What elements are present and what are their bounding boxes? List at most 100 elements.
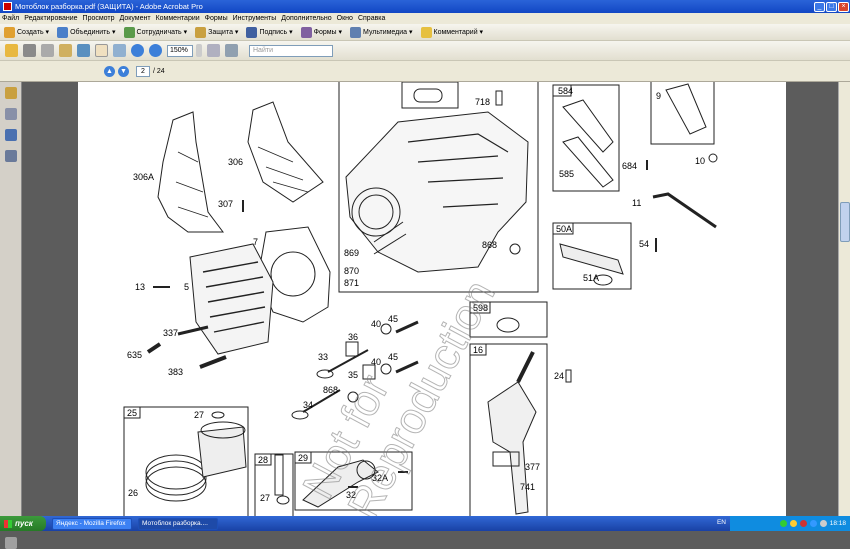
label-868-crankcase: 868 <box>482 240 497 250</box>
zoom-out-icon[interactable] <box>131 44 144 57</box>
menu-document[interactable]: Документ <box>120 15 151 22</box>
label-871: 871 <box>344 278 359 288</box>
minimize-button[interactable]: _ <box>814 1 825 12</box>
taskbar-acrobat[interactable]: Мотоблок разборка.... <box>138 517 218 530</box>
label-718: 718 <box>475 97 490 107</box>
part-50A <box>559 243 624 275</box>
label-337: 337 <box>163 328 178 338</box>
menu-tools[interactable]: Инструменты <box>233 15 277 22</box>
fit-width-icon[interactable] <box>225 44 238 57</box>
label-870: 870 <box>344 266 359 276</box>
scrollbar-thumb[interactable] <box>840 202 850 242</box>
part-10 <box>708 153 718 163</box>
label-27-pin: 27 <box>260 493 270 503</box>
previous-page-button[interactable]: ▲ <box>104 65 115 77</box>
gasket-584 <box>562 99 614 153</box>
menu-forms[interactable]: Формы <box>205 15 228 22</box>
label-741: 741 <box>520 482 535 492</box>
taskbar: пуск Яндекс - Mozilla Firefox Мотоблок р… <box>0 516 850 531</box>
pen-icon <box>246 26 258 38</box>
menu-window[interactable]: Окно <box>337 15 353 22</box>
lock-icon[interactable] <box>5 87 17 99</box>
next-page-button[interactable]: ▼ <box>118 65 129 77</box>
box-label-25: 25 <box>127 408 137 418</box>
shroud-306A <box>157 111 224 233</box>
tray-icon-2[interactable] <box>789 520 797 527</box>
find-input[interactable]: Найти <box>249 44 333 57</box>
print-icon[interactable] <box>23 44 36 57</box>
label-585: 585 <box>559 169 574 179</box>
zoom-dropdown-icon[interactable] <box>196 44 202 57</box>
forms-button[interactable]: Формы ▾ <box>300 26 342 38</box>
combine-icon <box>57 26 69 38</box>
comment-icon <box>420 26 432 38</box>
box-label-50A: 50A <box>556 224 572 234</box>
label-635: 635 <box>127 350 142 360</box>
vertical-scrollbar[interactable] <box>838 82 850 516</box>
seal-868a <box>509 243 521 255</box>
page-number-input[interactable]: 2 <box>136 65 150 77</box>
label-11: 11 <box>632 198 641 208</box>
box-label-584: 584 <box>558 86 573 96</box>
label-868-valve: 868 <box>323 385 338 395</box>
save-icon[interactable] <box>41 44 54 57</box>
film-icon <box>350 26 362 38</box>
lifter-45a <box>395 320 419 334</box>
create-icon <box>4 26 15 38</box>
label-51A: 51A <box>583 273 599 283</box>
valve-33 <box>327 349 369 373</box>
menu-edit[interactable]: Редактирование <box>24 15 77 22</box>
zoom-tool-icon[interactable] <box>113 44 126 57</box>
label-26: 26 <box>128 488 138 498</box>
bookmarks-icon[interactable] <box>5 129 17 141</box>
maximize-button[interactable]: □ <box>826 1 837 12</box>
close-button[interactable]: × <box>838 1 849 12</box>
parts-diagram: 584 50A 598 16 25 28 29 306A 306 307 7 1… <box>123 82 718 516</box>
spring-36 <box>345 341 359 357</box>
menu-bar: Файл Редактирование Просмотр Документ Ко… <box>0 13 850 24</box>
upload-icon[interactable] <box>77 44 90 57</box>
comment-button[interactable]: Комментарий ▾ <box>420 26 483 38</box>
label-383: 383 <box>168 367 183 377</box>
fit-page-icon[interactable] <box>207 44 220 57</box>
label-33: 33 <box>318 352 328 362</box>
sign-button[interactable]: Подпись ▾ <box>246 26 293 38</box>
label-34: 34 <box>303 400 313 410</box>
menu-view[interactable]: Просмотр <box>83 15 115 22</box>
email-icon[interactable] <box>59 44 72 57</box>
label-24: 24 <box>554 371 564 381</box>
window-title: Мотоблок разборка.pdf (ЗАЩИТА) - Adobe A… <box>15 2 203 11</box>
tray-icon-4[interactable] <box>809 520 817 527</box>
create-button[interactable]: Создать ▾ <box>4 26 49 38</box>
clock: 18:18 <box>829 520 846 527</box>
menu-comments[interactable]: Комментарии <box>156 15 200 22</box>
gasket-585 <box>562 136 614 188</box>
tray-icon-3[interactable] <box>799 520 807 527</box>
attachments-icon[interactable] <box>5 537 17 549</box>
label-869: 869 <box>344 248 359 258</box>
collaborate-button[interactable]: Сотрудничать ▾ <box>123 26 187 38</box>
start-button[interactable]: пуск <box>0 516 46 531</box>
breather-635 <box>146 342 162 354</box>
language-indicator[interactable]: EN <box>717 519 726 526</box>
multimedia-button[interactable]: Мультимедиа ▾ <box>350 26 413 38</box>
menu-file[interactable]: Файл <box>2 15 19 22</box>
zoom-level-field[interactable]: 150% <box>167 44 193 57</box>
zoom-in-icon[interactable] <box>149 44 162 57</box>
taskbar-firefox[interactable]: Яндекс - Mozilla Firefox <box>52 517 132 530</box>
part-383 <box>199 355 227 369</box>
pages-icon[interactable] <box>5 108 17 120</box>
signatures-icon[interactable] <box>5 150 17 162</box>
open-folder-icon[interactable] <box>5 44 18 57</box>
label-306A: 306A <box>133 172 154 182</box>
combine-button[interactable]: Объединить ▾ <box>57 26 116 38</box>
menu-advanced[interactable]: Дополнительно <box>281 15 331 22</box>
label-377: 377 <box>525 462 540 472</box>
label-684: 684 <box>622 161 637 171</box>
menu-help[interactable]: Справка <box>358 15 385 22</box>
tray-icon-5[interactable] <box>819 520 827 527</box>
hand-tool-icon[interactable] <box>95 44 108 57</box>
protect-button[interactable]: Защита ▾ <box>195 26 238 38</box>
tray-icon-1[interactable] <box>779 520 787 527</box>
label-5: 5 <box>184 282 189 292</box>
